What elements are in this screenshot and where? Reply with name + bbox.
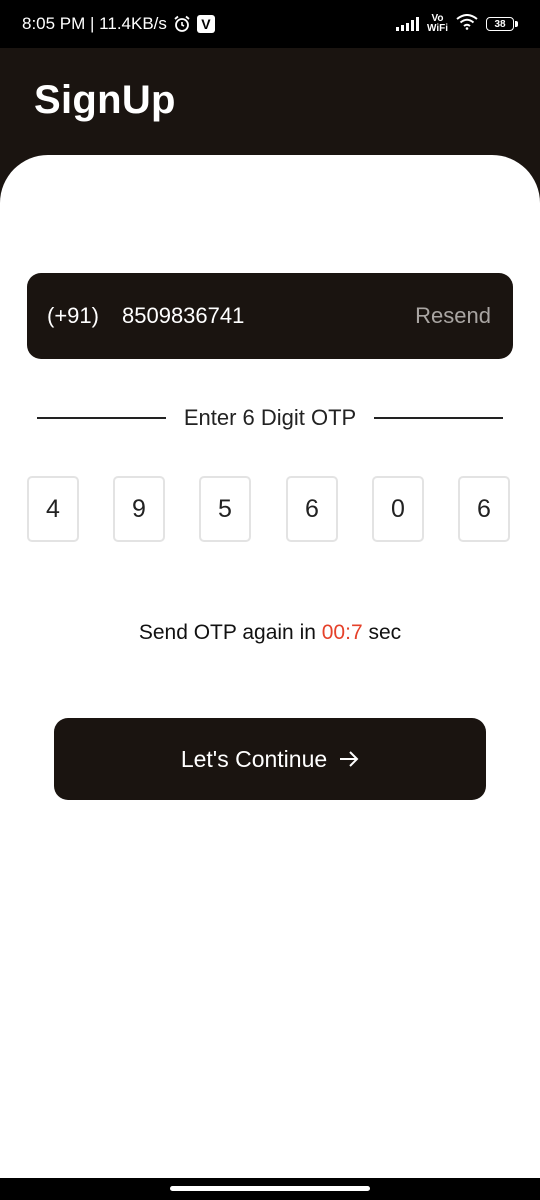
otp-digit-input[interactable]: 0: [372, 476, 424, 542]
otp-label: Enter 6 Digit OTP: [183, 405, 357, 430]
signal-icon: [395, 17, 419, 31]
vowifi-icon: Vo WiFi: [427, 14, 448, 34]
otp-divider: Enter 6 Digit OTP: [37, 401, 504, 435]
divider-line-left: [37, 417, 166, 419]
otp-digit-input[interactable]: 9: [113, 476, 165, 542]
timer-suffix: sec: [362, 621, 402, 644]
signup-screen: 8:05 PM | 11.4KB/s V Vo WiFi 38 SignUp (…: [0, 0, 540, 1200]
resend-button[interactable]: Resend: [415, 273, 491, 359]
vowifi-bottom: WiFi: [426, 23, 448, 34]
v-app-icon: V: [196, 15, 215, 33]
home-indicator[interactable]: [170, 1186, 370, 1191]
resend-timer-text: Send OTP again in 00:7 sec: [0, 621, 540, 645]
status-bar: 8:05 PM | 11.4KB/s V Vo WiFi 38: [0, 0, 540, 48]
status-time-speed: 8:05 PM | 11.4KB/s: [22, 14, 167, 33]
alarm-icon: [173, 15, 191, 33]
arrow-right-icon: [339, 750, 359, 768]
navigation-bar: [0, 1178, 540, 1200]
otp-digit-input[interactable]: 5: [199, 476, 251, 542]
otp-digit-input[interactable]: 4: [27, 476, 79, 542]
divider-line-right: [374, 417, 504, 419]
status-bar-left: 8:05 PM | 11.4KB/s V: [22, 0, 215, 48]
wifi-icon: [456, 13, 478, 35]
phone-number: 8509836741: [122, 303, 245, 328]
page-title: SignUp: [34, 78, 176, 122]
continue-button-label: Let's Continue: [180, 745, 328, 772]
otp-input-row: 4 9 5 6 0 6: [27, 476, 514, 546]
country-code: (+91): [47, 303, 99, 328]
battery-icon: 38: [486, 17, 518, 31]
otp-digit-input[interactable]: 6: [458, 476, 510, 542]
otp-digit-input[interactable]: 6: [286, 476, 338, 542]
phone-number-field[interactable]: (+91) 8509836741 Resend: [27, 273, 513, 359]
signup-card: (+91) 8509836741 Resend Enter 6 Digit OT…: [0, 155, 540, 1200]
timer-prefix: Send OTP again in: [138, 621, 322, 644]
status-bar-right: Vo WiFi 38: [395, 0, 518, 48]
timer-countdown: 00:7: [321, 621, 363, 644]
continue-button[interactable]: Let's Continue: [54, 718, 486, 800]
